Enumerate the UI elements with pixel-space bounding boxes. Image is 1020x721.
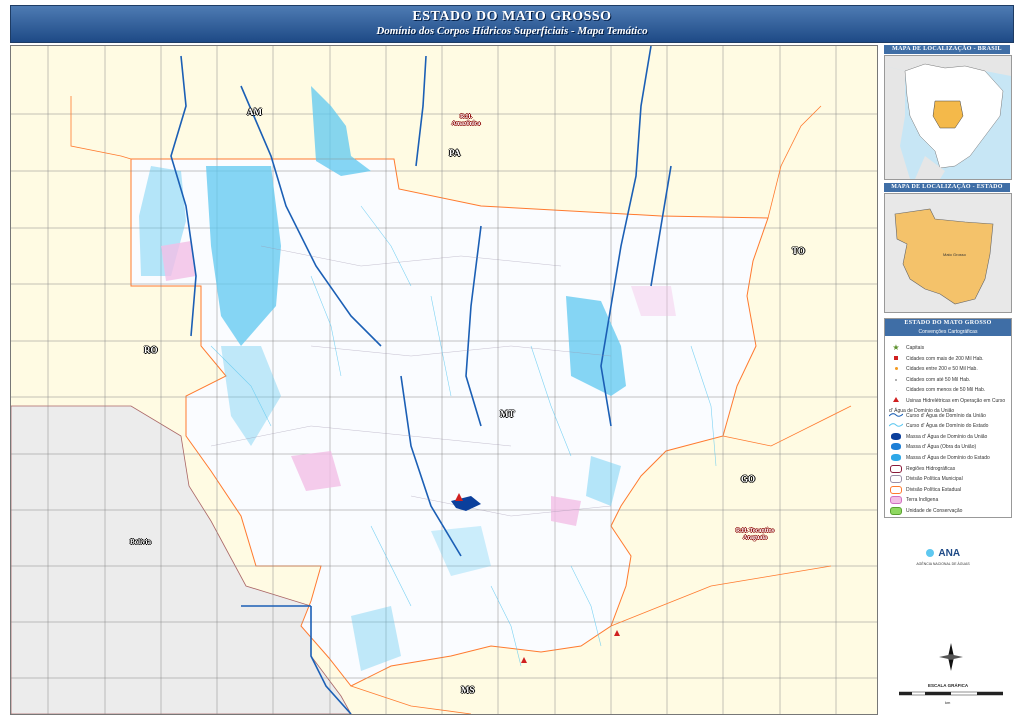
conservation-icon: [889, 507, 903, 515]
legend-item-label: Divisão Política Municipal: [906, 476, 963, 483]
map-title: ESTADO DO MATO GROSSO: [412, 9, 612, 24]
label-to: TO: [792, 246, 805, 256]
mt-location-label: Mato Grosso: [943, 252, 966, 257]
label-go: GO: [741, 474, 756, 484]
scale-title: ESCALA GRÁFICA: [928, 683, 969, 688]
legend-item: Massa d' Água de Domínio do Estado: [889, 453, 1009, 463]
main-map[interactable]: AM PA TO RO MT GO MS Bolívia R.H. Amazôn…: [10, 45, 878, 715]
brasil-location-map[interactable]: [884, 55, 1012, 180]
water-light-icon: [889, 454, 903, 462]
ana-logo-subtitle: AGÊNCIA NACIONAL DE ÁGUAS: [916, 562, 970, 566]
legend-item-label: Terra Indígena: [906, 497, 939, 504]
scale-bar: [899, 691, 1003, 696]
indigenous-icon: [889, 496, 903, 505]
triangle-red-icon: [889, 397, 903, 405]
water-mid-icon: [889, 443, 903, 451]
legend-item: Divisão Política Municipal: [889, 474, 1009, 484]
compass-icon: [939, 643, 963, 671]
ana-logo-text: ANA: [938, 548, 961, 559]
legend-item-label: Cidades com até 50 Mil Hab.: [906, 376, 971, 383]
legend-item-label: Massa d' Água de Domínio do Estado: [906, 455, 990, 461]
dot-small-icon: [889, 376, 903, 384]
dot-orange-icon: [889, 365, 903, 373]
legend-item-label: Capitais: [906, 345, 925, 351]
estado-location-map[interactable]: Mato Grosso: [884, 193, 1012, 313]
map-header: ESTADO DO MATO GROSSO Domínio dos Corpos…: [10, 5, 1014, 43]
label-ro: RO: [144, 345, 158, 355]
legend-item: Cidades com até 50 Mil Hab.: [889, 375, 1009, 385]
label-rh-amazonica: R.H. Amazônica: [451, 114, 481, 127]
legend-item: Curso d' Água de Domínio da União: [888, 411, 1009, 421]
legend-item-label: Cidades com mais de 200 Mil Hab.: [906, 355, 984, 362]
legend-item: Massa d' Água (Obra da União): [889, 442, 1009, 452]
state-icon: [889, 485, 903, 494]
map-canvas: [11, 46, 877, 714]
region-icon: [889, 464, 903, 473]
river-light-icon: [888, 422, 904, 430]
label-mt: MT: [500, 409, 515, 419]
map-subtitle: Domínio dos Corpos Hídricos Superficiais…: [376, 25, 648, 37]
legend-item: ★ Capitais: [889, 343, 1009, 353]
label-rh-tocantins: R.H. Tocantins Araguaia: [735, 528, 775, 541]
legend-item-label: Cidades com menos de 50 Mil Hab.: [906, 387, 986, 394]
legend-panel: ESTADO DO MATO GROSSO Convenções Cartogr…: [884, 318, 1012, 518]
legend-item: Massa d' Água de Domínio da União: [889, 432, 1009, 442]
label-am: AM: [247, 107, 262, 117]
legend-item: Cidades com menos de 50 Mil Hab.: [889, 385, 1009, 395]
legend-item: Cidades entre 200 e 50 Mil Hab.: [889, 364, 1009, 374]
brasil-panel-title: MAPA DE LOCALIZAÇÃO - BRASIL: [884, 45, 1010, 54]
hydro-plant-marker: [614, 630, 620, 636]
square-red-icon: [889, 355, 903, 363]
legend-item: Usinas Hidrelétricas em Operação em Curs…: [889, 396, 1009, 414]
legend-item-label: Unidade de Conservação: [906, 508, 963, 514]
legend-item-label: Divisão Política Estadual: [906, 486, 962, 493]
brasil-map-canvas: [885, 56, 1011, 179]
legend-item-label: Regiões Hidrográficas: [906, 465, 956, 472]
river-dark-icon: [888, 412, 904, 420]
water-dark-icon: [889, 432, 903, 441]
estado-panel-title: MAPA DE LOCALIZAÇÃO - ESTADO: [884, 183, 1010, 192]
legend-item-label: Cidades entre 200 e 50 Mil Hab.: [906, 366, 978, 373]
legend-item-label: Curso d' Água de Domínio da União: [906, 412, 986, 419]
legend-subtitle: Convenções Cartográficas: [885, 328, 1011, 336]
water-drop-icon: [926, 549, 934, 558]
legend-item: Curso d' Água de Domínio do Estado: [888, 421, 1009, 431]
municipal-icon: [889, 475, 903, 484]
scale-unit: km: [945, 700, 951, 705]
legend-item: Regiões Hidrográficas: [889, 464, 1009, 474]
legend-title: ESTADO DO MATO GROSSO: [885, 319, 1011, 328]
legend-item: Unidade de Conservação: [889, 506, 1009, 516]
legend-item-label: Curso d' Água de Domínio do Estado: [906, 423, 989, 430]
dot-tiny-icon: [889, 386, 903, 394]
label-bolivia: Bolívia: [130, 538, 152, 546]
hydro-plant-marker: [521, 657, 527, 663]
legend-item: Divisão Política Estadual: [889, 485, 1009, 495]
legend-item: Cidades com mais de 200 Mil Hab.: [889, 354, 1009, 364]
legend-item: Terra Indígena: [889, 495, 1009, 505]
legend-item-label: Massa d' Água (Obra da União): [906, 444, 977, 451]
star-icon: ★: [892, 343, 900, 352]
ana-logo: ANA: [926, 548, 960, 559]
legend-item-label: Massa d' Água de Domínio da União: [906, 433, 988, 440]
label-ms: MS: [461, 685, 475, 695]
label-pa: PA: [449, 148, 461, 158]
